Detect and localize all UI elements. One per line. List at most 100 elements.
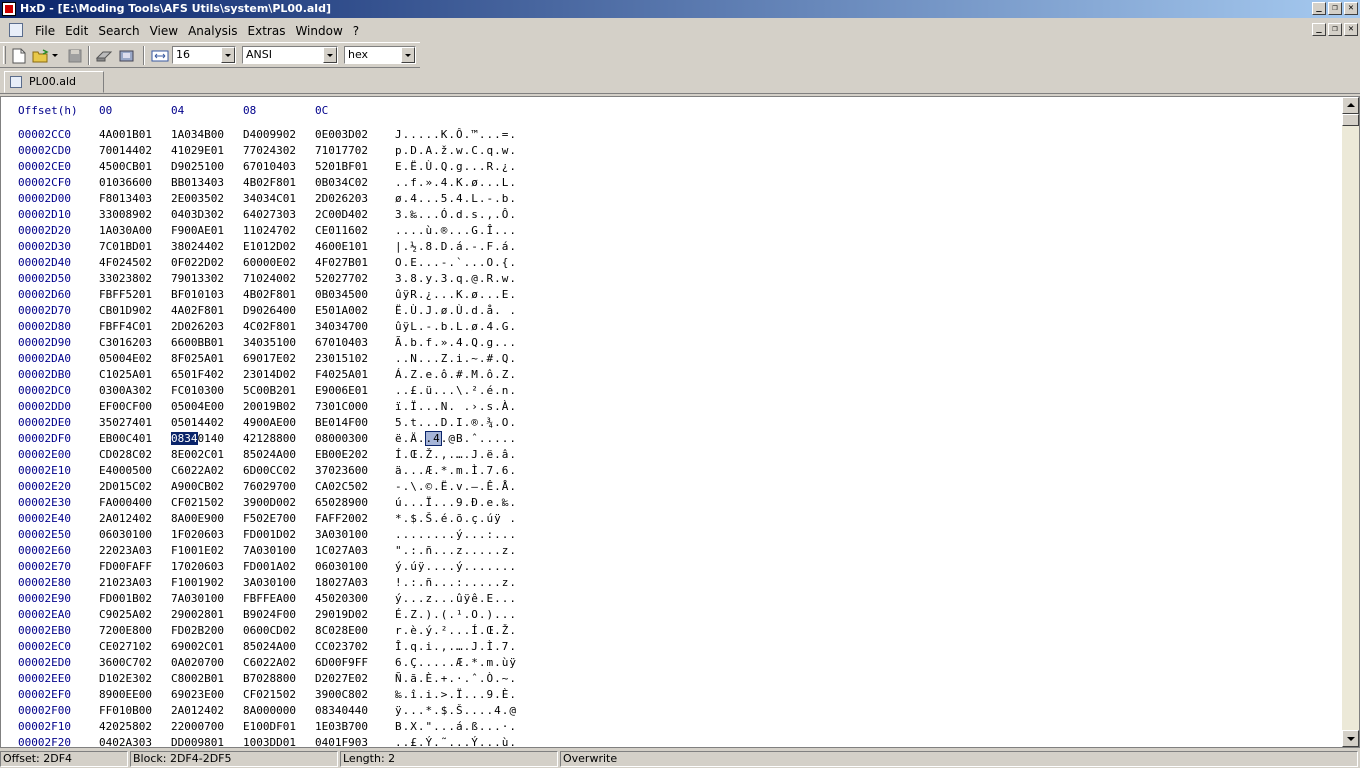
hex-group-cell[interactable]: CF021502 bbox=[171, 495, 224, 511]
hex-group-cell[interactable]: 0300A302 bbox=[99, 383, 152, 399]
hex-group-cell[interactable]: 1C027A03 bbox=[315, 543, 368, 559]
text-cell[interactable]: É.Z.).(.¹.O.)... bbox=[395, 607, 517, 623]
open-dropdown-icon[interactable] bbox=[50, 46, 60, 65]
hex-group-cell[interactable]: 3A030100 bbox=[243, 575, 296, 591]
hex-group-cell[interactable]: E4000500 bbox=[99, 463, 152, 479]
hex-group-cell[interactable]: 06030100 bbox=[315, 559, 368, 575]
hex-group-cell[interactable]: C6022A02 bbox=[243, 655, 296, 671]
hex-group-cell[interactable]: D4009902 bbox=[243, 127, 296, 143]
hex-group-cell[interactable]: FA000400 bbox=[99, 495, 152, 511]
text-cell[interactable]: ..f.».4.K.ø...L. bbox=[395, 175, 517, 191]
hex-group-cell[interactable]: 2A012402 bbox=[171, 703, 224, 719]
hex-group-cell[interactable]: 64027303 bbox=[243, 207, 296, 223]
hex-group-cell[interactable]: 35027401 bbox=[99, 415, 152, 431]
hex-group-cell[interactable]: 7301C000 bbox=[315, 399, 368, 415]
hex-group-cell[interactable]: 17020603 bbox=[171, 559, 224, 575]
hex-group-cell[interactable]: 0401F903 bbox=[315, 735, 368, 747]
tab-pl00[interactable]: PL00.ald bbox=[4, 71, 104, 93]
hex-group-cell[interactable]: A900CB02 bbox=[171, 479, 224, 495]
hex-group-cell[interactable]: CF021502 bbox=[243, 687, 296, 703]
text-cell[interactable]: ..£.ü...\.².é.n. bbox=[395, 383, 517, 399]
doc-close-button[interactable]: ✕ bbox=[1344, 23, 1358, 36]
hex-group-cell[interactable]: 71017702 bbox=[315, 143, 368, 159]
hex-group-cell[interactable]: 23014D02 bbox=[243, 367, 296, 383]
hex-bytes[interactable]: 0140 bbox=[198, 432, 225, 445]
hex-group-cell[interactable]: BE014F00 bbox=[315, 415, 368, 431]
hex-group-cell[interactable]: 0600CD02 bbox=[243, 623, 296, 639]
hex-group-cell[interactable]: F8013403 bbox=[99, 191, 152, 207]
hex-group-cell[interactable]: F1001E02 bbox=[171, 543, 224, 559]
hex-group-cell[interactable]: 1A030A00 bbox=[99, 223, 152, 239]
hex-group-cell[interactable]: CE011602 bbox=[315, 223, 368, 239]
text-cell[interactable]: |.½.8.D.á.-.F.á. bbox=[395, 239, 517, 255]
text-cell[interactable]: Ë.Ù.J.ø.Ù.d.å. . bbox=[395, 303, 517, 319]
hex-group-cell[interactable]: 4A001B01 bbox=[99, 127, 152, 143]
text-cell[interactable]: ï.Ï...N. .›.s.À. bbox=[395, 399, 517, 415]
text-cell[interactable]: 6.Ç.....Æ.*.m.ùÿ bbox=[395, 655, 517, 671]
hex-group-cell[interactable]: FC010300 bbox=[171, 383, 224, 399]
hex-group-cell[interactable]: E1012D02 bbox=[243, 239, 296, 255]
hex-group-cell[interactable]: 67010403 bbox=[315, 335, 368, 351]
hex-group-cell[interactable]: F1001902 bbox=[171, 575, 224, 591]
hex-group-cell[interactable]: 1F020603 bbox=[171, 527, 224, 543]
hex-group-cell[interactable]: 8A000000 bbox=[243, 703, 296, 719]
vertical-scrollbar[interactable] bbox=[1342, 97, 1359, 747]
document-icon[interactable] bbox=[9, 23, 23, 37]
app-icon[interactable] bbox=[2, 2, 16, 16]
text-cell[interactable]: ø.4...5.4.L.-.b. bbox=[395, 191, 517, 207]
hex-group-cell[interactable]: 34034700 bbox=[315, 319, 368, 335]
hex-group-cell[interactable]: 71024002 bbox=[243, 271, 296, 287]
hex-group-cell[interactable]: 3900C802 bbox=[315, 687, 368, 703]
selected-bytes[interactable]: 0834 bbox=[171, 432, 198, 445]
menu-extras[interactable]: Extras bbox=[243, 23, 291, 39]
hex-group-cell[interactable]: 8900EE00 bbox=[99, 687, 152, 703]
hex-group-cell[interactable]: 8F025A01 bbox=[171, 351, 224, 367]
hex-group-cell[interactable]: 34034C01 bbox=[243, 191, 296, 207]
charset-select[interactable]: ANSI bbox=[242, 46, 338, 64]
hex-group-cell[interactable]: BB013403 bbox=[171, 175, 224, 191]
minimize-button[interactable]: _ bbox=[1312, 2, 1326, 15]
text-cell[interactable]: 5.t...D.I.®.¾.O. bbox=[395, 415, 517, 431]
open-disk-icon[interactable] bbox=[94, 46, 114, 65]
hex-group-cell[interactable]: 2E003502 bbox=[171, 191, 224, 207]
hex-group-cell[interactable]: 08340440 bbox=[315, 703, 368, 719]
text-cell[interactable]: Ñ.ã.È.+.·.ˆ.Ò.~. bbox=[395, 671, 517, 687]
hex-group-cell[interactable]: 4C02F801 bbox=[243, 319, 296, 335]
hex-group-cell[interactable]: 45020300 bbox=[315, 591, 368, 607]
hex-group-cell[interactable]: 20019B02 bbox=[243, 399, 296, 415]
close-button[interactable]: ✕ bbox=[1344, 2, 1358, 15]
hex-group-cell[interactable]: 33023802 bbox=[99, 271, 152, 287]
toolbar-grip[interactable] bbox=[3, 46, 6, 64]
hex-group-cell[interactable]: FD02B200 bbox=[171, 623, 224, 639]
text-cell[interactable]: ....ù.®...G.Î... bbox=[395, 223, 517, 239]
text-cell[interactable]: -.\.©.Ë.v.—.Ê.Å. bbox=[395, 479, 517, 495]
hex-group-cell[interactable]: 4F027B01 bbox=[315, 255, 368, 271]
hex-group-cell[interactable]: 7200E800 bbox=[99, 623, 152, 639]
hex-group-cell[interactable]: 8A00E900 bbox=[171, 511, 224, 527]
hex-group-cell[interactable]: EB00C401 bbox=[99, 431, 152, 447]
menu-view[interactable]: View bbox=[145, 23, 183, 39]
save-icon[interactable] bbox=[65, 46, 85, 65]
hex-group-cell[interactable]: C1025A01 bbox=[99, 367, 152, 383]
restore-button[interactable]: ❐ bbox=[1328, 2, 1342, 15]
menu-analysis[interactable]: Analysis bbox=[183, 23, 242, 39]
open-ram-icon[interactable] bbox=[117, 46, 137, 65]
hex-group-cell[interactable]: FBFF4C01 bbox=[99, 319, 152, 335]
hex-group-cell[interactable]: F900AE01 bbox=[171, 223, 224, 239]
hex-group-cell[interactable]: 77024302 bbox=[243, 143, 296, 159]
scroll-thumb[interactable] bbox=[1342, 114, 1359, 126]
hex-group-cell[interactable]: 8C028E00 bbox=[315, 623, 368, 639]
hex-group-cell[interactable]: 6501F402 bbox=[171, 367, 224, 383]
hex-group-cell[interactable]: FD001A02 bbox=[243, 559, 296, 575]
hex-group-cell[interactable]: FD001D02 bbox=[243, 527, 296, 543]
hex-group-cell[interactable]: 7A030100 bbox=[171, 591, 224, 607]
hex-group-cell[interactable]: CA02C502 bbox=[315, 479, 368, 495]
hex-group-cell[interactable]: C9025A02 bbox=[99, 607, 152, 623]
hex-group-cell[interactable]: 23015102 bbox=[315, 351, 368, 367]
scroll-up-button[interactable] bbox=[1342, 97, 1359, 114]
hex-group-cell[interactable]: 1E03B700 bbox=[315, 719, 368, 735]
hex-group-cell[interactable]: 8E002C01 bbox=[171, 447, 224, 463]
bytes-per-row-select[interactable]: 16 bbox=[172, 46, 236, 64]
hex-group-cell[interactable]: 4500CB01 bbox=[99, 159, 152, 175]
hex-group-cell[interactable]: 0A020700 bbox=[171, 655, 224, 671]
